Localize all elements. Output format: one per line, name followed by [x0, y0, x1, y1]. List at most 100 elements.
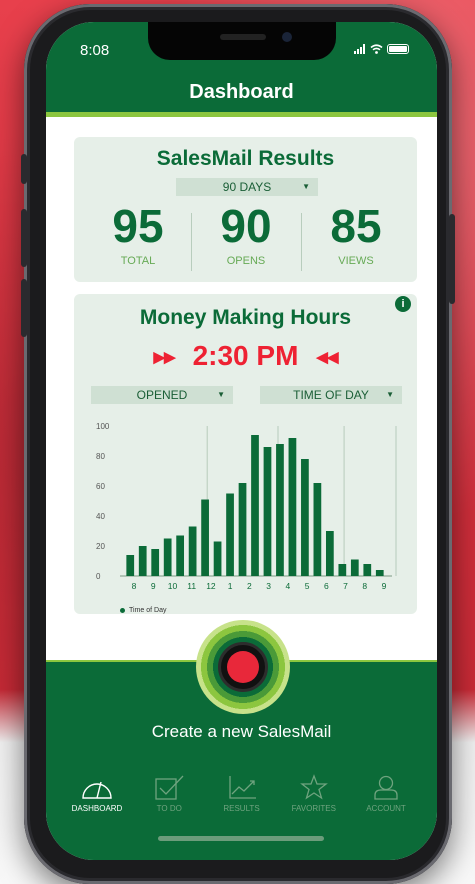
- chart-bar: [188, 526, 197, 576]
- x-tick-label: 1: [228, 581, 233, 591]
- front-camera: [282, 32, 292, 42]
- home-indicator: [158, 836, 324, 841]
- tab-account[interactable]: ACCOUNT: [353, 774, 419, 824]
- app-screen: 8:08 Dashboard SalesMail Results 90 DAYS: [46, 22, 437, 860]
- y-tick-label: 20: [96, 542, 105, 551]
- stat-views-label: VIEWS: [338, 255, 374, 267]
- trend-chart-icon: [228, 776, 256, 799]
- chart-bar: [213, 541, 222, 576]
- system-icons: [354, 44, 409, 54]
- x-tick-label: 4: [285, 581, 290, 591]
- tab-dashboard[interactable]: DASHBOARD: [64, 774, 130, 824]
- create-salesmail-link[interactable]: Create a new SalesMail: [46, 722, 437, 742]
- notch: [148, 22, 336, 60]
- x-tick-label: 8: [132, 581, 137, 591]
- salesmail-results-card: SalesMail Results 90 DAYS ▼ 95 TOTAL 90 …: [74, 137, 417, 282]
- x-tick-label: 5: [305, 581, 310, 591]
- y-tick-label: 40: [96, 512, 105, 521]
- chart-bar: [338, 564, 347, 576]
- stat-total-value: 95: [112, 200, 164, 252]
- chart-bar: [176, 535, 185, 576]
- chart-bar: [238, 483, 247, 576]
- volume-down-button: [21, 279, 27, 337]
- status-time: 8:08: [80, 42, 110, 59]
- status-bar: 8:08: [46, 22, 437, 82]
- signal-icon: [354, 44, 365, 54]
- stat-views-value: 85: [330, 200, 382, 252]
- tab-label: FAVORITES: [291, 804, 336, 813]
- y-tick-label: 80: [96, 452, 105, 461]
- dimension-dropdown[interactable]: TIME OF DAY ▼: [260, 386, 402, 404]
- x-tick-label: 12: [206, 581, 216, 591]
- chevron-down-icon: ▼: [386, 390, 394, 399]
- chart-bar: [151, 549, 160, 576]
- chart-bar: [325, 531, 334, 576]
- right-arrows-icon: ▶▶: [153, 349, 176, 366]
- tab-label: TO DO: [156, 804, 182, 813]
- chart-bar: [313, 483, 322, 576]
- y-tick-label: 60: [96, 482, 105, 491]
- dimension-value: TIME OF DAY: [293, 388, 369, 402]
- metric-value: OPENED: [136, 388, 188, 402]
- x-tick-label: 2: [247, 581, 252, 591]
- chart-bar: [201, 499, 209, 576]
- star-icon: [299, 774, 328, 800]
- x-tick-label: 9: [382, 581, 387, 591]
- period-dropdown[interactable]: 90 DAYS ▼: [176, 178, 318, 196]
- x-tick-label: 3: [266, 581, 271, 591]
- money-making-hours-card: Money Making Hours ▶▶ 2:30 PM ◀◀ OPENED ▼ …: [74, 294, 417, 614]
- tab-label: DASHBOARD: [71, 804, 123, 813]
- wifi-icon: [370, 44, 383, 54]
- chart-bar: [276, 444, 284, 576]
- legend-label: Time of Day: [129, 607, 167, 614]
- volume-up-button: [21, 209, 27, 267]
- mute-switch: [21, 154, 27, 184]
- chart-bar: [163, 538, 172, 576]
- chart-bar: [126, 555, 135, 576]
- info-icon[interactable]: i: [395, 296, 411, 312]
- peak-time-display: ▶▶ 2:30 PM ◀◀: [74, 340, 417, 372]
- chart-bar: [263, 447, 272, 576]
- chevron-down-icon: ▼: [217, 390, 225, 399]
- stat-opens-label: OPENS: [226, 255, 266, 267]
- x-tick-label: 11: [187, 581, 196, 591]
- metric-dropdown[interactable]: OPENED ▼: [91, 386, 233, 404]
- chart-legend: Time of Day: [120, 607, 166, 614]
- hours-title: Money Making Hours: [139, 306, 352, 329]
- x-tick-label: 8: [362, 581, 367, 591]
- chart-bar: [251, 435, 259, 576]
- chart-bar: [375, 570, 384, 576]
- stat-total-label: TOTAL: [120, 255, 156, 267]
- chart-bar: [138, 546, 147, 576]
- stat-total: 95 TOTAL: [84, 203, 192, 267]
- nav-bar: Dashboard: [46, 82, 437, 112]
- gauge-icon: [82, 781, 112, 799]
- battery-icon: [387, 44, 409, 54]
- chevron-down-icon: ▼: [302, 182, 310, 191]
- tab-label: RESULTS: [223, 804, 260, 813]
- nav-accent-stripe: [46, 112, 437, 117]
- left-arrows-icon: ◀◀: [316, 349, 338, 366]
- x-tick-label: 10: [168, 581, 178, 591]
- results-title: SalesMail Results: [156, 147, 335, 170]
- stat-opens: 90 OPENS: [192, 203, 300, 267]
- tab-label: ACCOUNT: [366, 804, 406, 813]
- tab-results[interactable]: RESULTS: [209, 774, 275, 824]
- chart-bar: [226, 493, 234, 576]
- tab-bar: DASHBOARD TO DO RESULTS FAVORITES ACCOUN…: [64, 774, 419, 824]
- chart-bar: [301, 459, 309, 576]
- period-value: 90 DAYS: [222, 180, 272, 194]
- record-dot-icon: [227, 651, 259, 683]
- hours-bar-chart: 0204060801008 9 10 11 12 1 2 3 4 5 6 7 8 9: [96, 422, 397, 591]
- peak-time: 2:30 PM: [192, 340, 299, 371]
- tab-favorites[interactable]: FAVORITES: [281, 774, 347, 824]
- x-tick-label: 6: [324, 581, 329, 591]
- page-title: Dashboard: [189, 81, 294, 103]
- checkbox-icon: [155, 775, 184, 800]
- y-tick-label: 0: [96, 572, 101, 581]
- person-icon: [374, 775, 398, 800]
- stat-views: 85 VIEWS: [302, 203, 410, 267]
- tab-to-do[interactable]: TO DO: [136, 774, 202, 824]
- x-tick-label: 7: [343, 581, 348, 591]
- power-button: [449, 214, 455, 304]
